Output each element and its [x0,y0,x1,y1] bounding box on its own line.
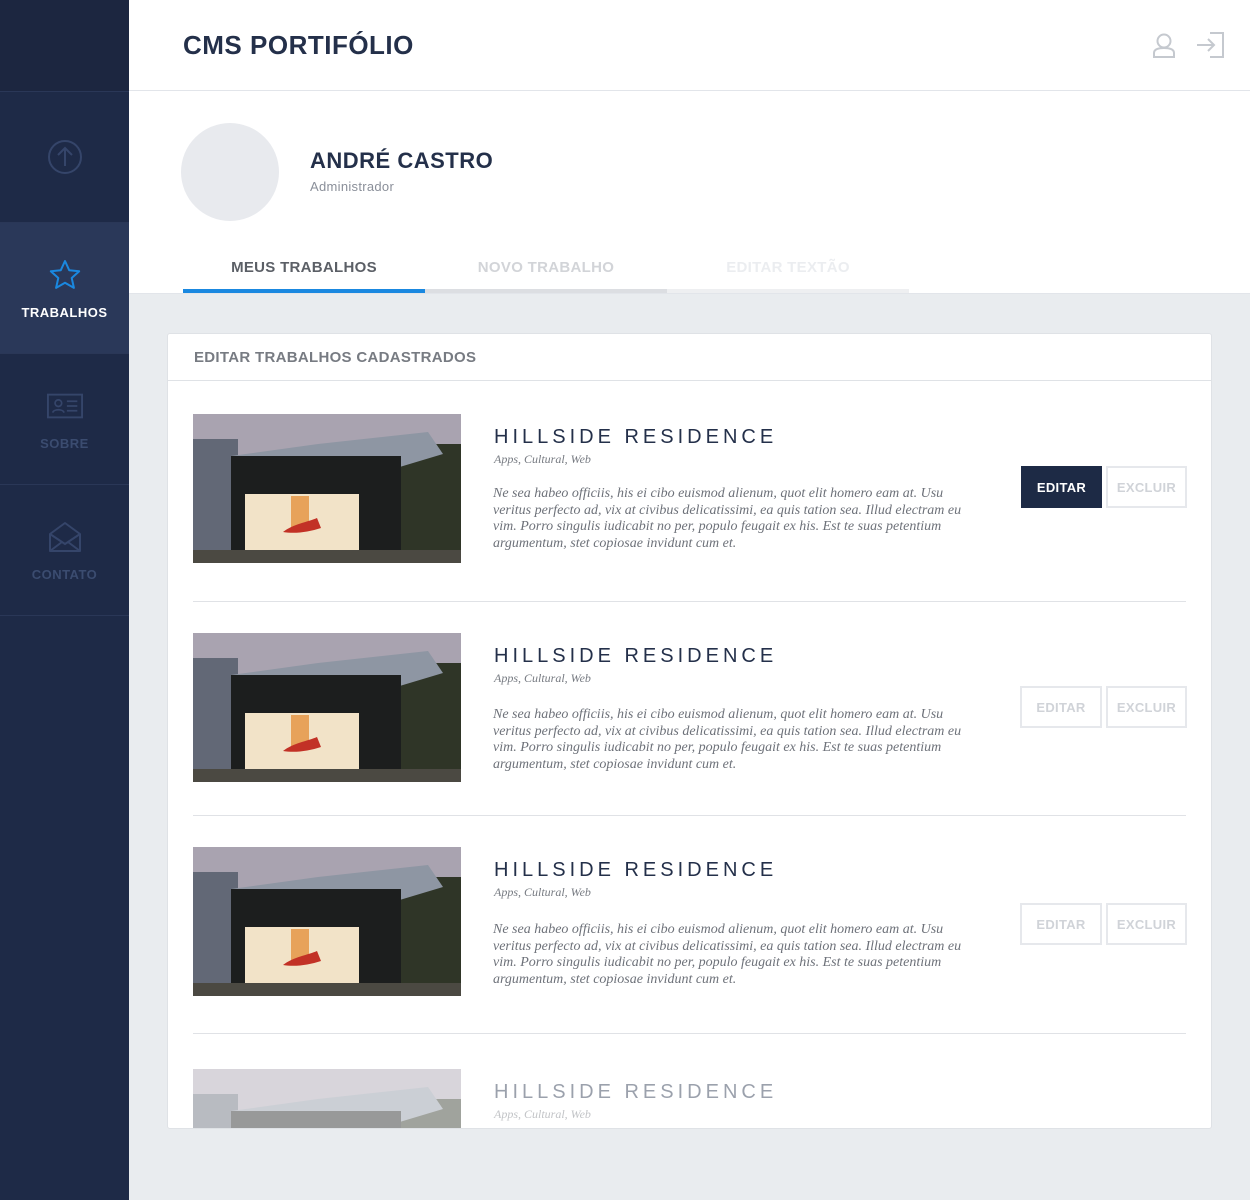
work-thumbnail [193,633,461,782]
sidebar-item-label: CONTATO [31,566,98,582]
work-description: Ne sea habeo officiis, his ei cibo euism… [493,707,962,772]
list-item: HILLSIDE RESIDENCE Apps, Cultural, Web N… [193,602,1187,816]
edit-button[interactable]: EDITAR [1020,686,1102,728]
work-tags: Apps, Cultural, Web [494,1107,591,1121]
sidebar-item-trabalhos[interactable]: TRABALHOS [0,223,129,354]
work-thumbnail [193,847,461,996]
sidebar-item-sobre[interactable]: SOBRE [0,354,129,485]
delete-button[interactable]: EXCLUIR [1106,903,1187,945]
sidebar: TRABALHOS SOBRE CONTATO [0,0,129,1200]
sidebar-item-contato[interactable]: CONTATO [0,485,129,616]
app-title: CMS PORTIFÓLIO [183,30,414,60]
work-title: HILLSIDE RESIDENCE [494,426,778,448]
delete-button[interactable]: EXCLUIR [1106,686,1187,728]
works-panel: EDITAR TRABALHOS CADASTRADOS HILLSIDE RE… [167,333,1212,1129]
delete-button[interactable]: EXCLUIR [1106,466,1187,508]
list-item: HILLSIDE RESIDENCE Apps, Cultural, Web [193,1034,1186,1128]
work-description: Ne sea habeo officiis, his ei cibo euism… [493,922,962,987]
work-tags: Apps, Cultural, Web [494,885,591,899]
tab-meus-trabalhos[interactable]: MEUS TRABALHOS [183,253,425,293]
edit-button[interactable]: EDITAR [1020,903,1102,945]
work-title: HILLSIDE RESIDENCE [494,645,778,667]
tab-bar: MEUS TRABALHOS NOVO TRABALHO EDITAR TEXT… [183,253,909,293]
star-icon [47,257,83,293]
user-role: Administrador [310,179,395,194]
sidebar-item-label: SOBRE [40,435,89,451]
tab-novo-trabalho[interactable]: NOVO TRABALHO [425,253,667,293]
work-tags: Apps, Cultural, Web [494,452,591,466]
logout-icon[interactable] [1195,30,1225,60]
avatar [181,123,279,221]
sidebar-item-label: TRABALHOS [21,304,108,320]
work-title: HILLSIDE RESIDENCE [494,859,778,881]
upload-icon [47,139,83,175]
sidebar-logo-area [0,0,129,92]
work-title: HILLSIDE RESIDENCE [494,1081,778,1103]
edit-button[interactable]: EDITAR [1021,466,1102,508]
top-header: CMS PORTIFÓLIO [129,0,1250,91]
user-name: ANDRÉ CASTRO [310,148,494,173]
panel-title: EDITAR TRABALHOS CADASTRADOS [168,334,1211,381]
work-thumbnail [193,414,461,563]
id-card-icon [46,388,83,424]
work-thumbnail [193,1069,461,1128]
envelope-icon [47,519,83,555]
list-item: HILLSIDE RESIDENCE Apps, Cultural, Web N… [193,816,1187,1034]
sidebar-item-upload[interactable] [0,92,129,223]
work-tags: Apps, Cultural, Web [494,671,591,685]
work-description: Ne sea habeo officiis, his ei cibo euism… [493,486,962,551]
list-item: HILLSIDE RESIDENCE Apps, Cultural, Web N… [193,381,1187,602]
tab-editar-textao[interactable]: EDITAR TEXTÃO [667,253,909,293]
profile-section: ANDRÉ CASTRO Administrador MEUS TRABALHO… [129,91,1250,294]
user-icon[interactable] [1149,30,1179,60]
